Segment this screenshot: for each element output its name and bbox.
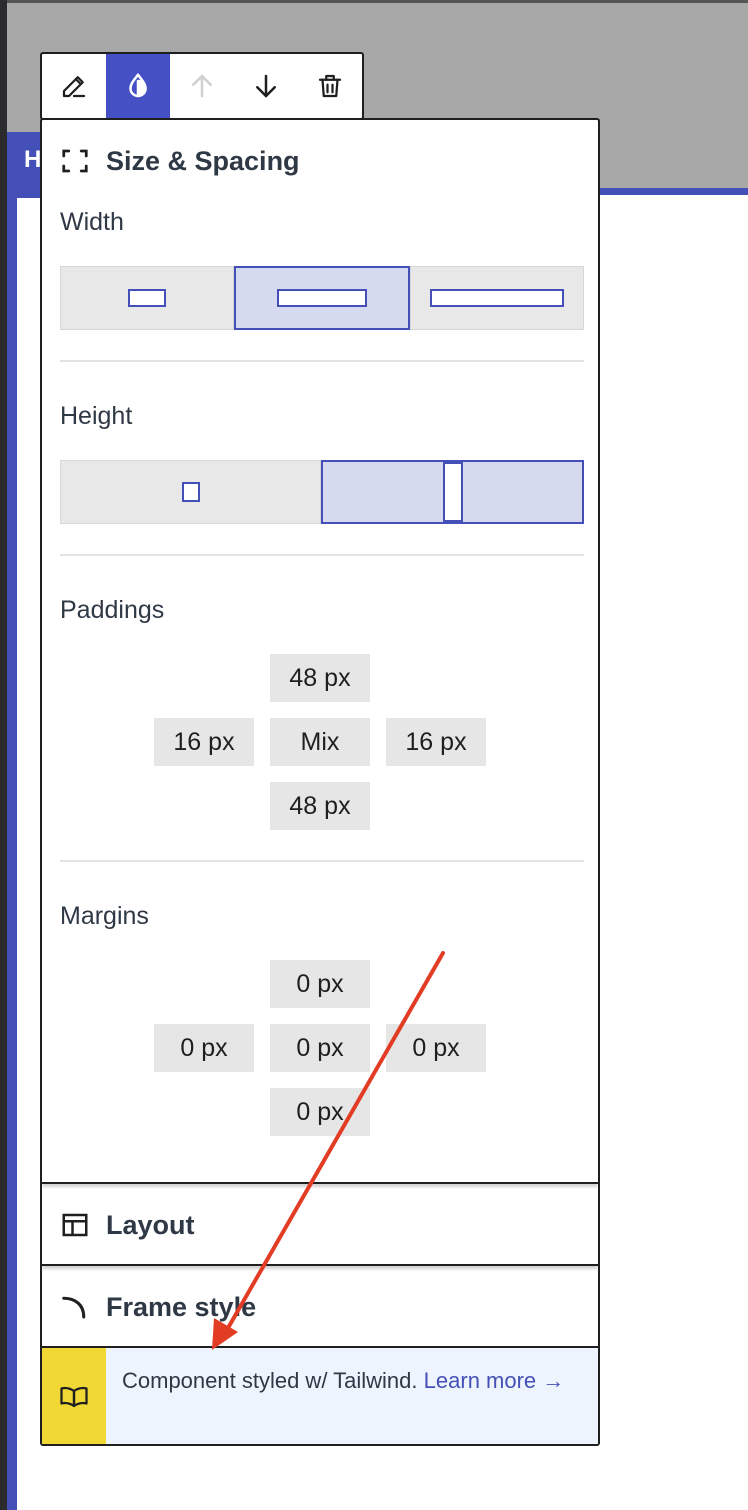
paddings-label: Paddings bbox=[60, 596, 165, 624]
size-spacing-section: Size & Spacing Width Height Paddings 48 … bbox=[42, 120, 598, 1184]
tailwind-info-banner: Component styled w/ Tailwind. Learn more… bbox=[42, 1348, 598, 1444]
layout-section: Layout bbox=[42, 1184, 598, 1266]
height-label: Height bbox=[60, 402, 133, 430]
pencil-icon bbox=[62, 76, 86, 98]
color-drop-icon bbox=[129, 73, 147, 98]
margin-all-input[interactable]: 0 px bbox=[270, 1024, 370, 1072]
page-accent-line bbox=[598, 188, 748, 195]
trash-icon bbox=[318, 74, 342, 98]
page-content-strip bbox=[7, 132, 17, 1510]
tailwind-info-text: Component styled w/ Tailwind. Learn more… bbox=[106, 1348, 578, 1444]
height-option-short[interactable] bbox=[60, 460, 321, 524]
resize-frame-icon bbox=[60, 146, 90, 176]
move-down-button[interactable] bbox=[234, 54, 298, 118]
padding-top-input[interactable]: 48 px bbox=[270, 654, 370, 702]
frame-style-section: Frame style bbox=[42, 1266, 598, 1348]
margin-left-input[interactable]: 0 px bbox=[154, 1024, 254, 1072]
corner-radius-icon bbox=[60, 1292, 90, 1322]
tailwind-info-message: Component styled w/ Tailwind. bbox=[122, 1368, 418, 1393]
width-option-narrow[interactable] bbox=[60, 266, 234, 330]
divider bbox=[60, 860, 584, 862]
component-toolbar bbox=[40, 52, 364, 120]
width-option-medium[interactable] bbox=[234, 266, 410, 330]
padding-all-input[interactable]: Mix bbox=[270, 718, 370, 766]
arrow-up-icon bbox=[192, 74, 212, 98]
frame-style-title: Frame style bbox=[106, 1291, 257, 1322]
margins-label: Margins bbox=[60, 902, 149, 930]
frame-style-header[interactable]: Frame style bbox=[42, 1266, 598, 1348]
delete-button[interactable] bbox=[298, 54, 362, 118]
padding-left-input[interactable]: 16 px bbox=[154, 718, 254, 766]
page-left-edge bbox=[0, 0, 7, 1510]
book-icon bbox=[42, 1348, 106, 1444]
height-selector bbox=[60, 460, 584, 524]
padding-bottom-input[interactable]: 48 px bbox=[270, 782, 370, 830]
layout-title: Layout bbox=[106, 1209, 195, 1240]
style-panel: Size & Spacing Width Height Paddings 48 … bbox=[40, 118, 600, 1446]
divider bbox=[60, 360, 584, 362]
learn-more-link[interactable]: Learn more → bbox=[424, 1368, 565, 1393]
width-option-wide[interactable] bbox=[410, 266, 584, 330]
page-heading-fragment: H bbox=[7, 132, 41, 198]
edit-button[interactable] bbox=[42, 54, 106, 118]
size-spacing-title: Size & Spacing bbox=[106, 145, 300, 176]
style-button[interactable] bbox=[106, 54, 170, 118]
arrow-down-icon bbox=[256, 74, 276, 98]
move-up-button[interactable] bbox=[170, 54, 234, 118]
width-label: Width bbox=[60, 208, 124, 236]
margin-top-input[interactable]: 0 px bbox=[270, 960, 370, 1008]
layout-header[interactable]: Layout bbox=[42, 1184, 598, 1266]
padding-right-input[interactable]: 16 px bbox=[386, 718, 486, 766]
width-selector bbox=[60, 266, 584, 330]
layout-icon bbox=[60, 1210, 90, 1240]
divider bbox=[60, 554, 584, 556]
size-spacing-header[interactable]: Size & Spacing bbox=[42, 120, 598, 202]
margin-bottom-input[interactable]: 0 px bbox=[270, 1088, 370, 1136]
height-option-tall[interactable] bbox=[321, 460, 584, 524]
margin-right-input[interactable]: 0 px bbox=[386, 1024, 486, 1072]
